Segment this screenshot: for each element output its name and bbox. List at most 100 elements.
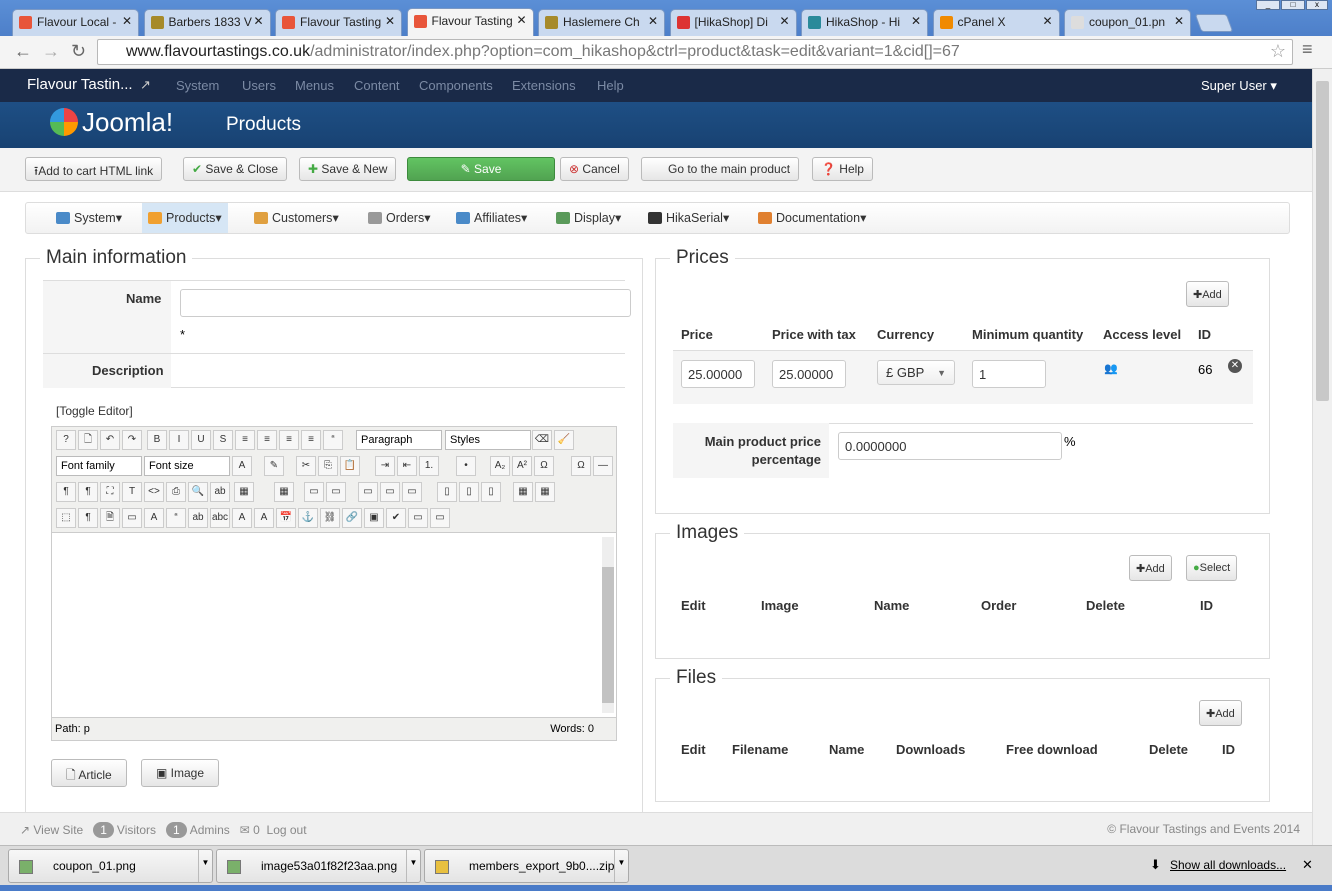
editor-content[interactable] (52, 532, 616, 718)
add-file-button[interactable]: ✚Add (1199, 700, 1242, 726)
reload-icon[interactable]: ↻ (71, 41, 86, 62)
superscript-icon[interactable]: A² (512, 456, 532, 476)
toggle-editor-link[interactable]: [Toggle Editor] (56, 404, 133, 418)
italic-icon[interactable]: I (169, 430, 189, 450)
submenu-orders[interactable]: Orders▾ (362, 203, 436, 233)
close-tab-icon[interactable]: ✕ (1174, 14, 1184, 28)
user-menu[interactable]: Super User ▾ (1201, 78, 1277, 94)
close-downloads-icon[interactable]: ✕ (1302, 857, 1313, 873)
redo-icon[interactable]: ↷ (122, 430, 142, 450)
code-icon[interactable]: <> (144, 482, 164, 502)
cut-icon[interactable]: ✂ (296, 456, 316, 476)
horizontal-rule-icon[interactable]: — (593, 456, 613, 476)
submenu-customers[interactable]: Customers▾ (248, 203, 345, 233)
hr-icon[interactable]: ▭ (408, 508, 428, 528)
rtl-icon[interactable]: ¶ (78, 482, 98, 502)
paste-text-icon[interactable]: T (122, 482, 142, 502)
admin-menu-content[interactable]: Content (354, 78, 400, 93)
submenu-documentation[interactable]: Documentation▾ (752, 203, 872, 233)
ltr-icon[interactable]: ¶ (56, 482, 76, 502)
search-icon[interactable]: 🔍 (188, 482, 208, 502)
view-site-link[interactable]: ↗ View Site (20, 823, 83, 837)
submenu-affiliates[interactable]: Affiliates▾ (450, 203, 533, 233)
layer-icon[interactable]: ▭ (122, 508, 142, 528)
admin-menu-system[interactable]: System (176, 78, 219, 93)
add-to-cart-html-button[interactable]: ⭱Add to cart HTML link (25, 157, 163, 181)
row-after-icon[interactable]: ▭ (326, 482, 346, 502)
close-tab-icon[interactable]: ✕ (253, 14, 263, 28)
browser-tab[interactable]: cPanel X ✕ (932, 9, 1060, 36)
template-icon[interactable]: 🗎 (100, 508, 120, 528)
download-item[interactable]: members_export_9b0....zip ▼ (424, 849, 629, 883)
download-item[interactable]: coupon_01.png ▼ (8, 849, 213, 883)
styles-select[interactable]: Styles (445, 430, 531, 450)
editor-scrollbar[interactable] (602, 537, 614, 713)
back-icon[interactable]: ← (14, 41, 32, 62)
browser-tab[interactable]: Flavour Local - ✕ (12, 9, 139, 36)
admin-menu-extensions[interactable]: Extensions (512, 78, 576, 93)
text-color-icon[interactable]: A (232, 456, 252, 476)
align-center-icon[interactable]: ≡ (257, 430, 277, 450)
row-before-icon[interactable]: ▭ (304, 482, 324, 502)
maximize-button[interactable]: □ (1281, 0, 1305, 10)
underline-icon[interactable]: U (191, 430, 211, 450)
access-level-icon[interactable]: 👥 (1104, 362, 1118, 375)
row-delete-icon[interactable]: ▭ (380, 482, 400, 502)
indent-icon[interactable]: ⇥ (375, 456, 395, 476)
browser-tab[interactable]: coupon_01.pn ✕ (1064, 9, 1191, 36)
table-icon[interactable]: ▦ (234, 482, 254, 502)
add-image-button[interactable]: ✚Add (1129, 555, 1172, 581)
split-cells-icon[interactable]: ▦ (535, 482, 555, 502)
browser-tab[interactable]: [HikaShop] Di ✕ (669, 9, 797, 36)
help-button[interactable]: ❓ Help (812, 157, 873, 181)
image-icon[interactable]: ▣ (364, 508, 384, 528)
main-price-percentage-input[interactable]: 0.0000000 (838, 432, 1062, 460)
close-tab-icon[interactable]: ✕ (1042, 14, 1052, 28)
submenu-system[interactable]: System▾ (50, 203, 128, 233)
spellcheck-icon[interactable]: ✔ (386, 508, 406, 528)
browser-tab[interactable]: Haslemere Ch ✕ (538, 9, 665, 36)
currency-select[interactable]: £ GBP ▼ (877, 360, 955, 385)
delete-table-icon[interactable]: ▦ (274, 482, 294, 502)
close-tab-icon[interactable]: ✕ (911, 14, 921, 28)
close-tab-icon[interactable]: ✕ (648, 14, 658, 28)
help-icon[interactable]: ? (56, 430, 76, 450)
font-size-select[interactable]: Font size (144, 456, 230, 476)
new-document-icon[interactable]: 🗋 (78, 430, 98, 450)
download-item[interactable]: image53a01f82f23aa.png ▼ (216, 849, 421, 883)
close-tab-icon[interactable]: ✕ (385, 14, 395, 28)
url-input[interactable]: www.flavourtastings.co.uk/administrator/… (97, 39, 1293, 65)
minimum-quantity-input[interactable]: 1 (972, 360, 1046, 388)
cite-icon[interactable]: “ (166, 508, 186, 528)
subscript-icon[interactable]: A₂ (490, 456, 510, 476)
date-icon[interactable]: 📅 (276, 508, 296, 528)
character-map-icon[interactable]: Ω (534, 456, 554, 476)
insert-article-button[interactable]: 🗋 Article (51, 759, 127, 787)
paragraph-mark-icon[interactable]: ¶ (78, 508, 98, 528)
main-product-button[interactable]: Go to the main product (641, 157, 800, 181)
price-with-tax-input[interactable]: 25.00000 (772, 360, 846, 388)
media-icon[interactable]: ▭ (430, 508, 450, 528)
highlight-icon[interactable]: ✎ (264, 456, 284, 476)
acronym-icon[interactable]: abc (210, 508, 230, 528)
unlink-icon[interactable]: ⛓ (320, 508, 340, 528)
admin-menu-users[interactable]: Users (242, 78, 276, 93)
browser-tab[interactable]: Flavour Tasting ✕ (275, 9, 402, 36)
browser-tab[interactable]: Flavour Tasting ✕ (406, 8, 534, 36)
align-right-icon[interactable]: ≡ (301, 430, 321, 450)
bold-icon[interactable]: B (147, 430, 167, 450)
site-link[interactable]: Flavour Tastin... (27, 76, 133, 93)
new-tab-button[interactable] (1194, 14, 1234, 32)
save-new-button[interactable]: ✚ Save & New (299, 157, 397, 181)
admin-menu-menus[interactable]: Menus (295, 78, 334, 93)
close-window-button[interactable]: x (1306, 0, 1328, 10)
visual-aid-icon[interactable]: ⬚ (56, 508, 76, 528)
close-tab-icon[interactable]: ✕ (516, 13, 526, 27)
align-left-icon[interactable]: ≡ (279, 430, 299, 450)
row-insert-icon[interactable]: ▭ (358, 482, 378, 502)
split-icon[interactable]: ▭ (402, 482, 422, 502)
insert-a-icon[interactable]: A (254, 508, 274, 528)
minimize-button[interactable]: _ (1256, 0, 1280, 10)
blockquote-icon[interactable]: “ (323, 430, 343, 450)
add-price-button[interactable]: ✚Add (1186, 281, 1229, 307)
